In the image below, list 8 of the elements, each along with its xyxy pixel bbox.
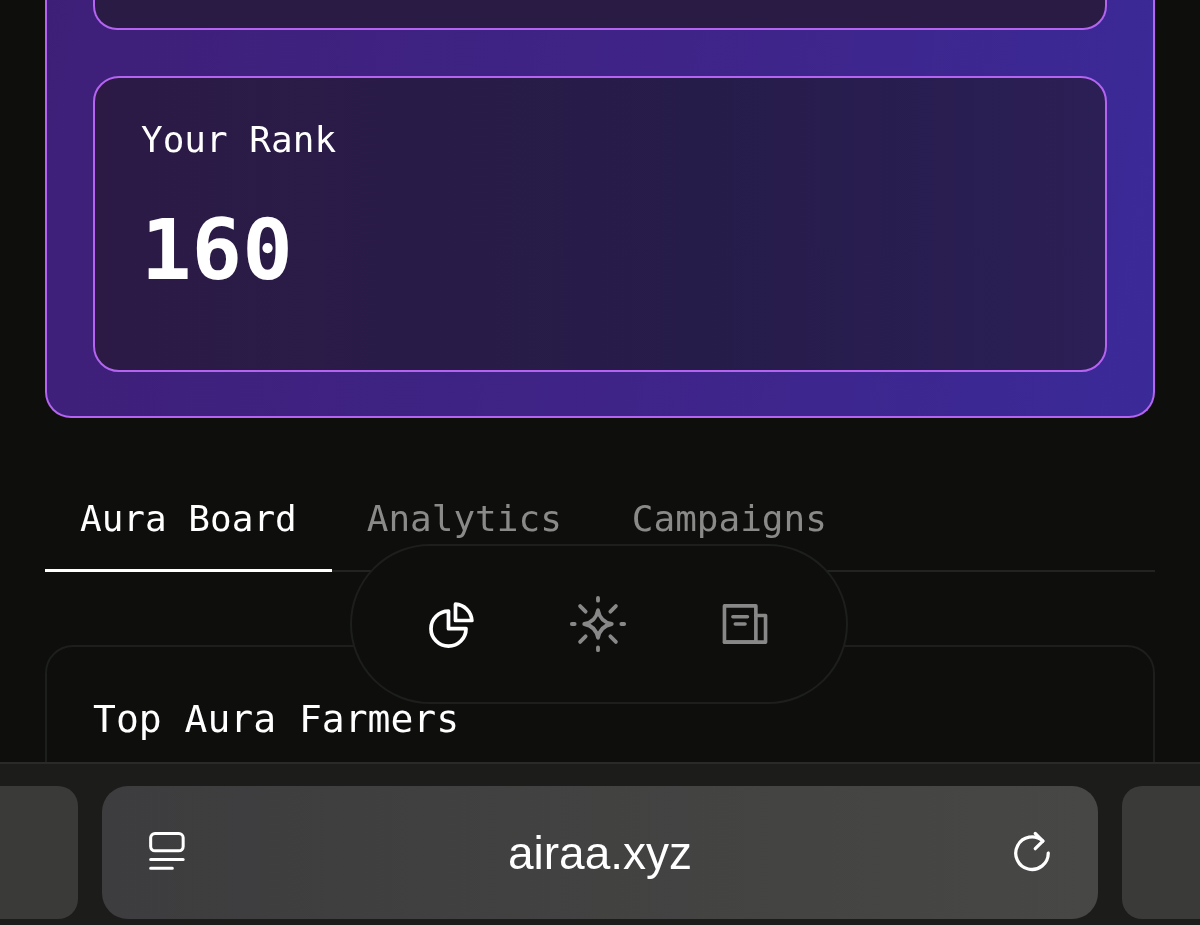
- tab[interactable]: Campaigns: [596, 478, 862, 572]
- rank-value: 160: [141, 208, 294, 292]
- leaderboard-title: Top Aura Farmers: [93, 697, 460, 741]
- tab[interactable]: Aura Board: [45, 478, 332, 572]
- url-text: airaa.xyz: [507, 825, 693, 880]
- tab[interactable]: Analytics: [331, 478, 597, 572]
- rank-label: Your Rank: [141, 122, 338, 158]
- address-bar[interactable]: airaa.xyz: [102, 786, 1098, 919]
